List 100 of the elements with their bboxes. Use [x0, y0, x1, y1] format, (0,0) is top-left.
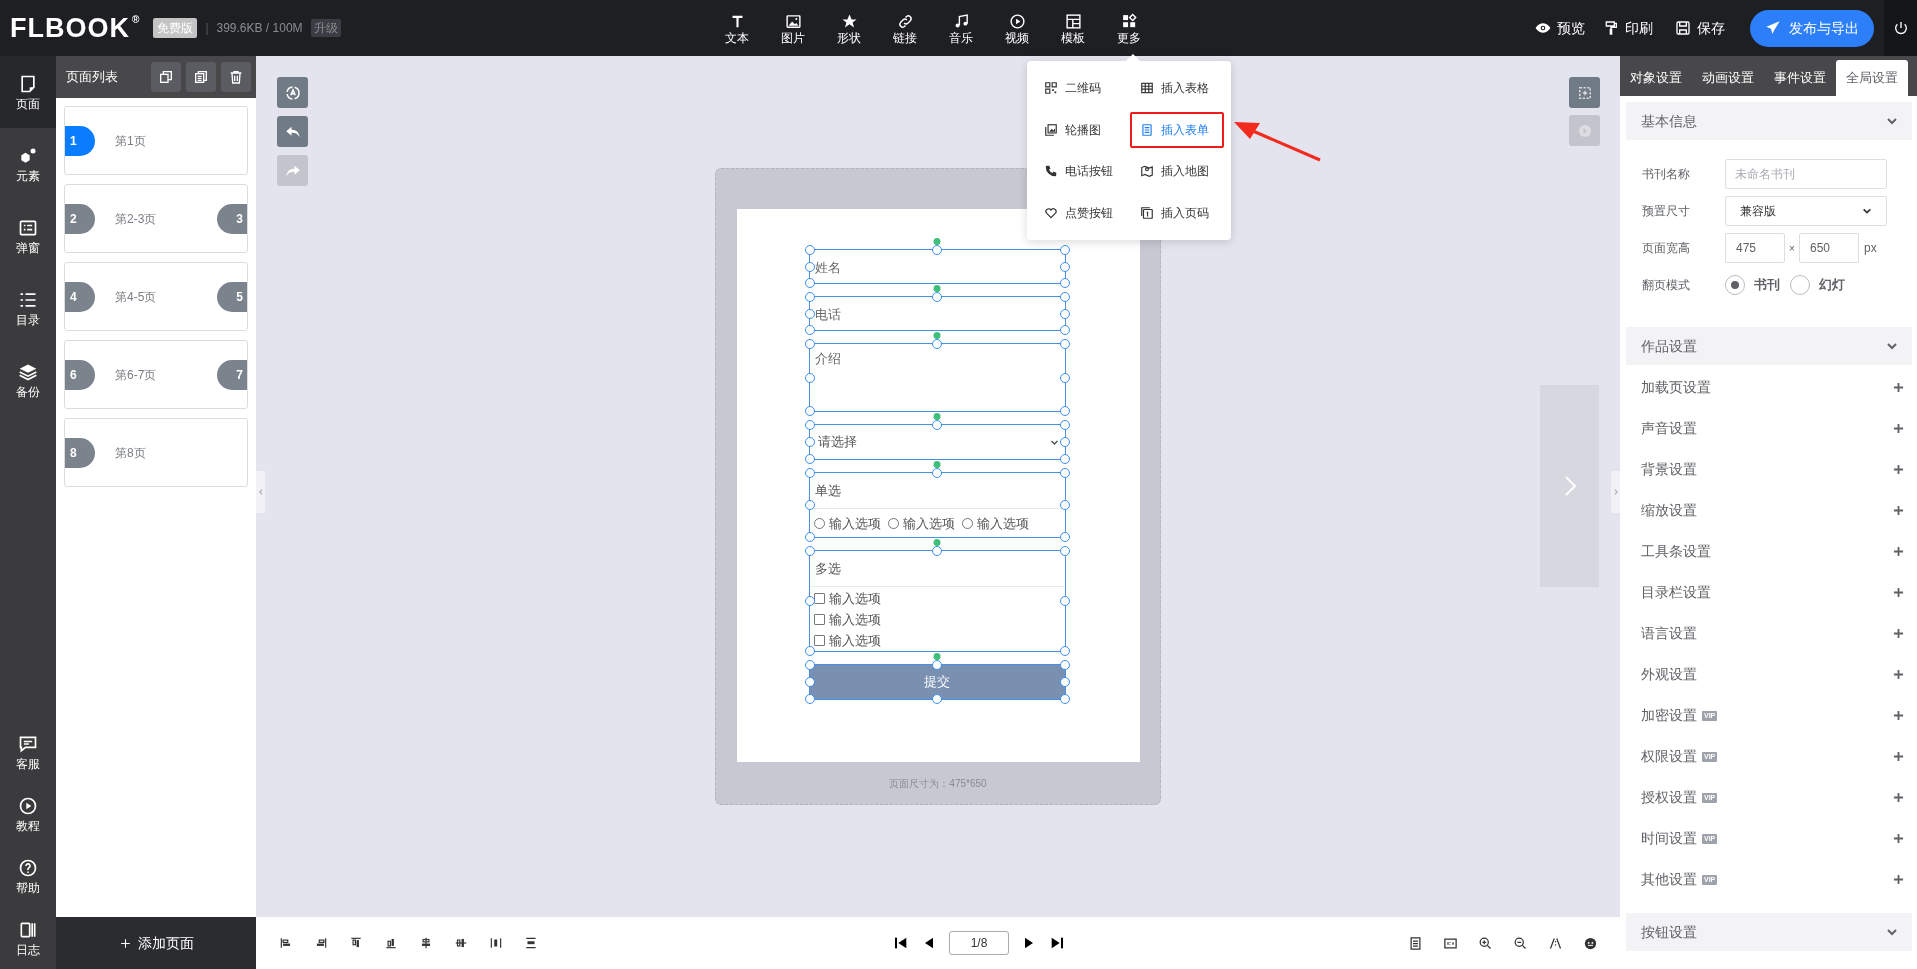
settings-item[interactable]: 背景设置 [1626, 449, 1912, 490]
page-thumbnail[interactable]: 6 第6-7页 7 [64, 340, 248, 409]
resize-handle[interactable] [804, 420, 815, 430]
resize-handle[interactable] [1059, 292, 1070, 302]
resize-handle[interactable] [932, 660, 942, 670]
resize-handle[interactable] [1059, 596, 1070, 606]
toolbar-button[interactable]: 保存 [1675, 8, 1745, 48]
toolbar-button[interactable]: 链接 [877, 0, 933, 56]
menu-item[interactable]: 插入页码 [1130, 194, 1224, 231]
menu-item[interactable]: 插入地图 [1130, 153, 1224, 190]
toolbar-button[interactable] [523, 935, 539, 951]
first-page-icon[interactable] [893, 935, 909, 951]
resize-handle[interactable] [804, 646, 815, 656]
settings-item[interactable]: 声音设置 [1626, 408, 1912, 449]
rotate-handle[interactable] [933, 413, 941, 420]
toolbar-button[interactable]: 模板 [1045, 0, 1101, 56]
resize-handle[interactable] [1059, 261, 1070, 272]
add-page-button[interactable]: 添加页面 [56, 917, 256, 969]
sidebar-button[interactable]: 日志 [0, 907, 56, 969]
rotate-handle[interactable] [933, 539, 941, 546]
resize-handle[interactable] [1059, 454, 1070, 464]
resize-handle[interactable] [804, 325, 815, 335]
toolbar-button[interactable]: 预览 [1535, 8, 1603, 48]
resize-handle[interactable] [1059, 325, 1070, 335]
resize-handle[interactable] [804, 500, 815, 510]
toolbar-button[interactable]: 更多 [1101, 0, 1157, 56]
settings-item[interactable]: 语言设置 [1626, 613, 1912, 654]
resize-handle[interactable] [804, 660, 815, 670]
resize-handle[interactable] [1059, 406, 1070, 416]
settings-item[interactable]: 工具条设置 [1626, 531, 1912, 572]
resize-handle[interactable] [1059, 646, 1070, 656]
resize-handle[interactable] [1059, 308, 1070, 319]
resize-handle[interactable] [804, 532, 815, 542]
rotate-handle[interactable] [933, 653, 941, 660]
resize-handle[interactable] [804, 468, 815, 478]
rotate-handle[interactable] [933, 332, 941, 339]
resize-handle[interactable] [932, 245, 942, 255]
resize-handle[interactable] [804, 406, 815, 416]
radio-option[interactable]: 输入选项 [813, 516, 881, 530]
canvas-tool-button[interactable] [1569, 77, 1600, 108]
publish-button[interactable]: 发布与导出 [1750, 9, 1874, 47]
toolbar-button[interactable]: 图片 [765, 0, 821, 56]
resize-handle[interactable] [1059, 500, 1070, 510]
resize-handle[interactable] [1059, 420, 1070, 430]
resize-handle[interactable] [804, 437, 815, 447]
resize-handle[interactable] [804, 596, 815, 606]
panel-tab[interactable]: 动画设置 [1692, 60, 1764, 96]
resize-handle[interactable] [804, 261, 815, 272]
page-thumbnail[interactable]: 2 第2-3页 3 [64, 184, 248, 253]
menu-item[interactable]: 二维码 [1034, 70, 1128, 107]
sidebar-button[interactable]: 帮助 [0, 845, 56, 907]
resize-handle[interactable] [932, 694, 942, 704]
panel-tab[interactable]: 事件设置 [1764, 60, 1836, 96]
resize-handle[interactable] [932, 339, 942, 349]
resize-handle[interactable] [1059, 532, 1070, 542]
radio-option[interactable]: 幻灯 [1790, 275, 1845, 295]
radio-option[interactable]: 输入选项 [887, 516, 955, 530]
toolbar-button[interactable] [1477, 935, 1493, 951]
rotate-handle[interactable] [933, 461, 941, 468]
toolbar-button[interactable]: 音乐 [933, 0, 989, 56]
page-thumbnail[interactable]: 1 第1页 [64, 106, 248, 175]
settings-item[interactable]: 缩放设置 [1626, 490, 1912, 531]
resize-handle[interactable] [1059, 339, 1070, 349]
toolbar-button[interactable] [1407, 935, 1423, 951]
settings-item[interactable]: 目录栏设置 [1626, 572, 1912, 613]
collapse-handle[interactable] [1611, 471, 1620, 513]
toolbar-button[interactable] [488, 935, 504, 951]
toolbar-button[interactable] [221, 62, 251, 92]
radio-option[interactable]: 书刊 [1725, 275, 1780, 295]
select-field[interactable]: 兼容版 [1725, 196, 1887, 226]
toolbar-button[interactable] [1512, 935, 1528, 951]
radio-option[interactable]: 输入选项 [961, 516, 1029, 530]
input-field[interactable]: 未命名书刊 [1725, 159, 1887, 189]
resize-handle[interactable] [1059, 245, 1070, 255]
resize-handle[interactable] [804, 694, 815, 704]
menu-item[interactable]: 插入表格 [1130, 70, 1224, 107]
toolbar-button[interactable]: 视频 [989, 0, 1045, 56]
rotate-handle[interactable] [933, 285, 941, 292]
rotate-handle[interactable] [933, 238, 941, 245]
panel-tab[interactable]: 全局设置 [1836, 60, 1908, 96]
toolbar-button[interactable] [186, 62, 216, 92]
section-header[interactable]: 按钮设置 [1626, 913, 1912, 951]
toolbar-button[interactable] [151, 62, 181, 92]
canvas-tool-button[interactable] [277, 116, 308, 147]
checkbox-option[interactable]: 输入选项 [813, 613, 1061, 626]
panel-tab[interactable]: 对象设置 [1620, 60, 1692, 96]
resize-handle[interactable] [1059, 677, 1070, 687]
menu-item[interactable]: 点赞按钮 [1034, 194, 1128, 231]
resize-handle[interactable] [932, 546, 942, 556]
settings-item[interactable]: 外观设置 [1626, 654, 1912, 695]
resize-handle[interactable] [804, 308, 815, 319]
sidebar-button[interactable]: 客服 [0, 721, 56, 783]
resize-handle[interactable] [932, 468, 942, 478]
resize-handle[interactable] [804, 677, 815, 687]
menu-item[interactable]: 插入表单 [1130, 111, 1224, 148]
menu-item[interactable]: 电话按钮 [1034, 153, 1128, 190]
canvas-tool-button[interactable] [277, 155, 308, 186]
resize-handle[interactable] [932, 420, 942, 430]
toolbar-button[interactable]: 形状 [821, 0, 877, 56]
resize-handle[interactable] [1059, 437, 1070, 447]
